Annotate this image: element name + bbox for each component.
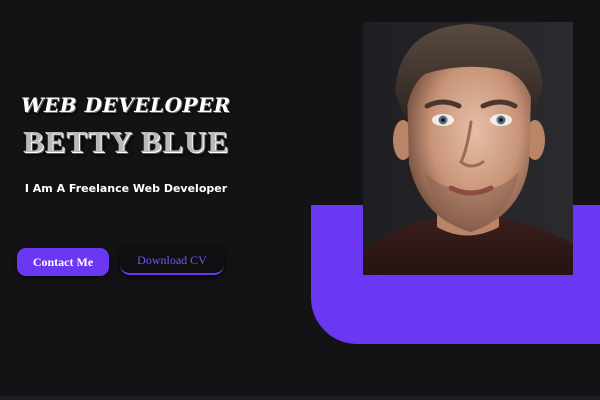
tagline: I Am A Freelance Web Developer	[24, 182, 228, 195]
contact-me-button[interactable]: Contact Me	[17, 248, 109, 276]
download-cv-button[interactable]: Download CV	[120, 246, 224, 275]
hero-text-block: WEB DEVELOPER BETTY BLUE I Am A Freelanc…	[0, 90, 252, 196]
name-title: BETTY BLUE	[22, 124, 230, 159]
bottom-strip	[0, 396, 600, 400]
profile-photo	[363, 22, 573, 275]
hero-section: WEB DEVELOPER BETTY BLUE I Am A Freelanc…	[0, 0, 600, 400]
role-title: WEB DEVELOPER	[21, 93, 231, 117]
